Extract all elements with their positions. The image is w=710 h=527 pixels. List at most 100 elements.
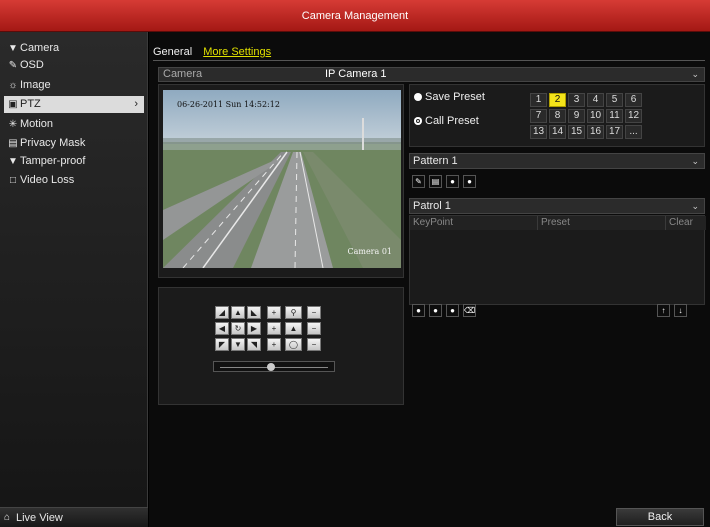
preset-number[interactable]: 4 xyxy=(587,93,604,107)
camera-value: IP Camera 1 xyxy=(325,68,387,80)
focus-far-button[interactable]: − xyxy=(307,322,321,335)
preset-number[interactable]: 3 xyxy=(568,93,585,107)
preset-number[interactable]: 9 xyxy=(568,109,585,123)
title-bar: Camera Management xyxy=(0,0,710,32)
tamper-proof-icon: ▼ xyxy=(8,156,18,167)
move-down-button[interactable]: ↓ xyxy=(674,304,687,317)
image-icon: ☼ xyxy=(8,80,18,91)
camera-select[interactable]: Camera IP Camera 1 ⌄ xyxy=(158,67,705,82)
trash-icon[interactable]: ⌫ xyxy=(463,304,476,317)
sidebar-item-label: Motion xyxy=(20,118,54,130)
sidebar-item-ptz[interactable]: ▣ PTZ › xyxy=(4,96,144,113)
call-preset-radio[interactable]: Call Preset xyxy=(414,115,479,127)
ptz-control-panel: ◢ ▲ ◣ + ⚲ − ◀ ↻ ▶ + ▲ − ◤ ▼ ◥ + ◯ − xyxy=(158,287,404,405)
preset-number[interactable]: 5 xyxy=(606,93,623,107)
motion-icon: ✳ xyxy=(8,119,18,130)
pattern-save-button[interactable]: ▤ xyxy=(429,175,442,188)
iris-icon: ◯ xyxy=(285,338,302,351)
patrol-table: KeyPoint Preset Clear xyxy=(409,215,706,305)
preset-number[interactable]: 6 xyxy=(625,93,642,107)
video-preview[interactable]: 06-26-2011 Sun 14:52:12 Camera 01 xyxy=(163,90,401,268)
zoom-out-button[interactable]: − xyxy=(307,306,321,319)
auto-rotate-button[interactable]: ↻ xyxy=(231,322,245,335)
preset-number[interactable]: 12 xyxy=(625,109,642,123)
iris-close-button[interactable]: − xyxy=(307,338,321,351)
slider-knob[interactable] xyxy=(267,363,275,371)
radio-dot-selected xyxy=(414,117,422,125)
save-preset-label: Save Preset xyxy=(425,91,485,103)
live-view-button[interactable]: ⌂ Live View xyxy=(0,507,148,527)
sidebar-item-label: Camera xyxy=(20,42,60,54)
preset-number[interactable]: 16 xyxy=(587,125,604,139)
camera-icon: ▼ xyxy=(8,43,18,54)
sidebar-item-label: OSD xyxy=(20,59,44,71)
sidebar-item-label: Image xyxy=(20,79,51,91)
pan-down-right-button[interactable]: ◥ xyxy=(247,338,261,351)
sidebar-item-osd[interactable]: ✎ OSD xyxy=(4,57,144,74)
chevron-down-icon: ⌄ xyxy=(691,69,699,79)
preset-number[interactable]: 15 xyxy=(568,125,585,139)
home-icon: ⌂ xyxy=(4,512,11,523)
chevron-down-icon: ⌄ xyxy=(691,156,699,166)
tab-general[interactable]: General xyxy=(153,46,192,58)
preset-number[interactable]: 13 xyxy=(530,125,547,139)
pan-left-button[interactable]: ◀ xyxy=(215,322,229,335)
pan-up-left-button[interactable]: ◢ xyxy=(215,306,229,319)
osd-camera-name: Camera 01 xyxy=(347,247,392,256)
sidebar: ▼ Camera ✎ OSD ☼ Image ▣ PTZ › ✳ Motion … xyxy=(0,32,148,527)
preset-number[interactable]: 10 xyxy=(587,109,604,123)
sidebar-item-motion[interactable]: ✳ Motion xyxy=(4,116,144,133)
preset-panel: Save Preset Call Preset 1 2 3 4 5 6 7 8 … xyxy=(409,84,705,147)
pattern-select[interactable]: Pattern 1 ⌄ xyxy=(409,153,705,169)
patrol-set-button[interactable]: ● xyxy=(412,304,425,317)
preset-number-selected[interactable]: 2 xyxy=(549,93,566,107)
preset-number[interactable]: 14 xyxy=(549,125,566,139)
preset-number[interactable]: 8 xyxy=(549,109,566,123)
preset-more-button[interactable]: ... xyxy=(625,125,642,139)
main-panel: General More Settings Camera IP Camera 1… xyxy=(149,32,710,527)
camera-label: Camera xyxy=(163,68,203,80)
live-view-label: Live View xyxy=(16,512,63,524)
pan-right-button[interactable]: ▶ xyxy=(247,322,261,335)
move-up-button[interactable]: ↑ xyxy=(657,304,670,317)
preset-number[interactable]: 17 xyxy=(606,125,623,139)
back-button[interactable]: Back xyxy=(616,508,704,526)
save-preset-radio[interactable]: Save Preset xyxy=(414,91,485,103)
pattern-edit-button[interactable]: ✎ xyxy=(412,175,425,188)
preset-number[interactable]: 7 xyxy=(530,109,547,123)
pattern-play-button[interactable]: ● xyxy=(446,175,459,188)
zoom-icon: ⚲ xyxy=(285,306,302,319)
ptz-speed-slider[interactable] xyxy=(213,361,335,372)
osd-icon: ✎ xyxy=(8,60,18,71)
sidebar-item-label: Tamper-proof xyxy=(20,155,86,167)
sidebar-item-camera[interactable]: ▼ Camera xyxy=(4,40,144,57)
chevron-right-icon: › xyxy=(134,98,138,110)
tilt-up-button[interactable]: ▲ xyxy=(231,306,245,319)
sidebar-item-tamper-proof[interactable]: ▼ Tamper-proof xyxy=(4,153,144,170)
sidebar-item-privacy-mask[interactable]: ▤ Privacy Mask xyxy=(4,135,144,152)
column-header-preset: Preset xyxy=(538,216,666,230)
sidebar-item-image[interactable]: ☼ Image xyxy=(4,77,144,94)
zoom-in-button[interactable]: + xyxy=(267,306,281,319)
tab-divider xyxy=(153,60,705,61)
call-preset-label: Call Preset xyxy=(425,115,479,127)
patrol-stop-button[interactable]: ● xyxy=(446,304,459,317)
sidebar-item-video-loss[interactable]: □ Video Loss xyxy=(4,172,144,189)
preset-number[interactable]: 11 xyxy=(606,109,623,123)
preset-number[interactable]: 1 xyxy=(530,93,547,107)
road-scene-image xyxy=(163,90,401,268)
tilt-down-button[interactable]: ▼ xyxy=(231,338,245,351)
patrol-value: Patrol 1 xyxy=(413,200,451,212)
pan-down-left-button[interactable]: ◤ xyxy=(215,338,229,351)
sidebar-item-label: PTZ xyxy=(20,98,41,110)
sidebar-item-label: Video Loss xyxy=(20,174,75,186)
patrol-play-button[interactable]: ● xyxy=(429,304,442,317)
tab-more-settings[interactable]: More Settings xyxy=(203,46,271,58)
iris-open-button[interactable]: + xyxy=(267,338,281,351)
focus-near-button[interactable]: + xyxy=(267,322,281,335)
patrol-select[interactable]: Patrol 1 ⌄ xyxy=(409,198,705,214)
pan-up-right-button[interactable]: ◣ xyxy=(247,306,261,319)
video-loss-icon: □ xyxy=(9,175,17,186)
tab-bar: General More Settings xyxy=(153,46,279,60)
pattern-stop-button[interactable]: ● xyxy=(463,175,476,188)
